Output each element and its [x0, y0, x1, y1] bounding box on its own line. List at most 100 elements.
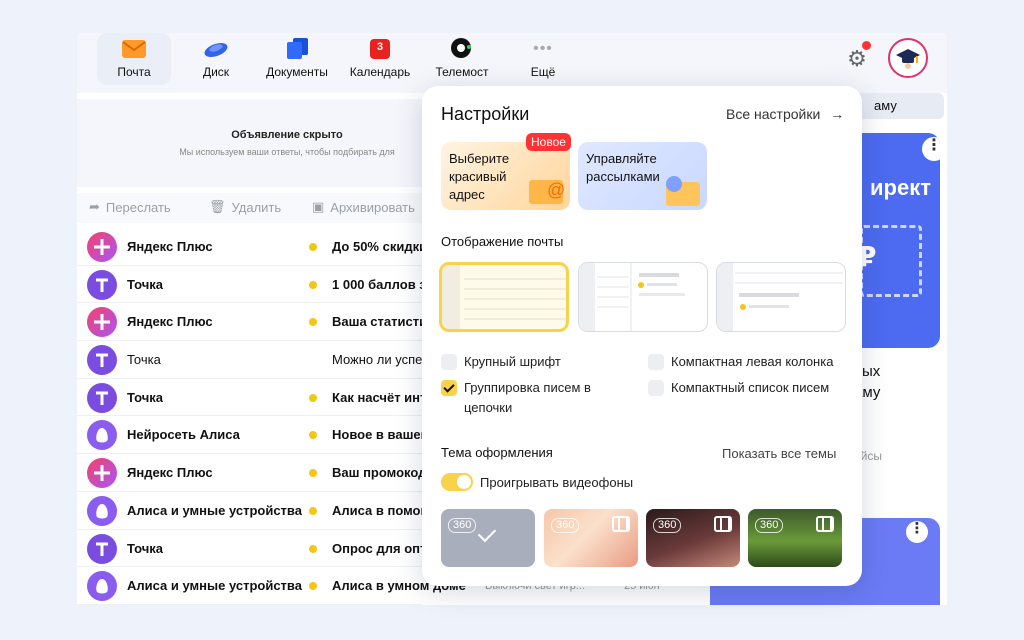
- documents-icon: [284, 37, 310, 61]
- unread-dot[interactable]: [309, 431, 317, 440]
- option-label: Компактная левая колонка: [671, 354, 834, 369]
- promo-custom-address[interactable]: Выберите красивый адрес @: [441, 142, 570, 210]
- settings-title: Настройки: [441, 104, 530, 124]
- calendar-icon: 3: [367, 37, 393, 61]
- mail-subject: 1 000 баллов за: [332, 276, 433, 292]
- sender-avatar: [87, 495, 117, 526]
- tag-360: 360: [755, 518, 784, 533]
- mail-toolbar: ➦ Переслать 🗑 Удалить ▣ Архивировать: [77, 193, 422, 223]
- video-background-toggle[interactable]: [441, 473, 473, 491]
- mail-list: Яндекс Плюс До 50% скидки Точка 1 000 ба…: [77, 228, 466, 605]
- avatar[interactable]: [888, 38, 928, 78]
- mail-row[interactable]: Нейросеть Алиса Новое в вашей: [77, 416, 429, 455]
- mail-row[interactable]: Яндекс Плюс Ваша статисти: [77, 303, 427, 342]
- sender-name: Алиса и умные устройства: [127, 578, 302, 594]
- option-thread-grouping[interactable]: Группировка писем в цепочки: [441, 378, 616, 418]
- nav-label: Документы: [266, 65, 328, 79]
- nav-telemost[interactable]: Телемост: [429, 33, 495, 85]
- layout-split-preview: [579, 263, 685, 331]
- layout-list-preview: [442, 265, 566, 329]
- mail-row[interactable]: Точка Как насчёт инт: [77, 379, 426, 417]
- film-icon: [612, 516, 630, 532]
- theme-option-grey[interactable]: 360: [441, 509, 535, 567]
- unread-dot[interactable]: [309, 469, 317, 478]
- search-pill[interactable]: аму: [854, 93, 944, 119]
- unread-dot[interactable]: [309, 280, 317, 289]
- unread-dot[interactable]: [309, 243, 317, 251]
- theme-option-grass[interactable]: 360: [748, 509, 842, 567]
- sender-name: Алиса и умные устройства: [127, 502, 302, 518]
- option-label: Группировка писем в цепочки: [464, 380, 591, 415]
- nav-calendar[interactable]: 3 Календарь: [347, 33, 413, 85]
- show-all-themes-link[interactable]: Показать все темы: [722, 446, 836, 461]
- mail-row[interactable]: Алиса и умные устройства Алиса в умном д…: [77, 567, 466, 605]
- tag-360: 360: [448, 518, 477, 533]
- notification-dot: [862, 41, 871, 50]
- cloud-icon: [203, 37, 229, 61]
- nav-disk[interactable]: Диск: [185, 33, 247, 85]
- nav-label: Диск: [202, 65, 230, 79]
- nav-mail[interactable]: Почта: [97, 33, 171, 85]
- plus-logo-icon: [94, 314, 110, 331]
- video-background-label: Проигрывать видеофоны: [480, 475, 634, 490]
- layout-bottom-preview: [717, 263, 843, 331]
- sender-name: Яндекс Плюс: [127, 465, 213, 481]
- envelope-icon: [121, 37, 147, 61]
- unread-dot[interactable]: [309, 544, 317, 553]
- theme-section-title: Тема оформления: [441, 445, 553, 460]
- checkbox-thread-grouping[interactable]: [441, 380, 457, 396]
- sender-avatar: [87, 345, 117, 376]
- ad-menu-icon[interactable]: ⋮: [922, 137, 940, 161]
- plus-logo-icon: [94, 465, 110, 482]
- theme-option-dark-silk[interactable]: 360: [646, 509, 740, 567]
- mail-row[interactable]: Точка Можно ли успе: [77, 341, 422, 379]
- layout-option-bottom[interactable]: [716, 262, 846, 332]
- delete-button[interactable]: 🗑 Удалить: [209, 199, 281, 215]
- delete-label: Удалить: [231, 199, 282, 215]
- mail-row[interactable]: Яндекс Плюс Ваш промокод: [77, 454, 426, 492]
- nav-label: Телемост: [435, 65, 489, 79]
- mail-subject: Опрос для опт: [332, 540, 427, 556]
- mail-row[interactable]: Алиса и умные устройства Алиса в помощ: [77, 492, 431, 530]
- all-settings-link[interactable]: Все настройки →: [726, 106, 844, 122]
- promo-manage-subscriptions[interactable]: Управляйте рассылками: [578, 142, 707, 210]
- mail-row[interactable]: Точка Опрос для опт: [77, 530, 426, 568]
- forward-button[interactable]: ➦ Переслать: [89, 199, 171, 215]
- layout-option-split[interactable]: [578, 262, 708, 332]
- nav-documents[interactable]: Документы: [262, 33, 332, 85]
- tochka-logo-icon: [96, 391, 108, 405]
- unread-dot[interactable]: [309, 393, 317, 402]
- mail-row[interactable]: Яндекс Плюс До 50% скидки: [77, 228, 427, 266]
- theme-option-peach[interactable]: 360: [544, 509, 638, 567]
- unread-dot[interactable]: [309, 582, 317, 591]
- unread-dot[interactable]: [309, 318, 317, 327]
- sender-name: Яндекс Плюс: [127, 239, 213, 254]
- sender-avatar: [87, 232, 117, 262]
- nav-label: Почта: [117, 65, 151, 79]
- archive-label: Архивировать: [330, 199, 415, 215]
- mail-subject: Ваша статисти: [332, 314, 428, 330]
- gear-icon[interactable]: ⚙: [845, 47, 869, 71]
- nav-more[interactable]: ••• Ещё: [517, 33, 569, 85]
- checkbox-compact-mail-list[interactable]: [648, 380, 664, 396]
- unread-dot[interactable]: [309, 506, 317, 515]
- option-compact-mail-list[interactable]: Компактный список писем: [648, 378, 829, 398]
- option-compact-left-column[interactable]: Компактная левая колонка: [648, 352, 833, 372]
- sender-avatar: [87, 269, 117, 300]
- ad-dashbox: ₽: [857, 225, 922, 297]
- sender-name: Яндекс Плюс: [127, 314, 213, 330]
- ad-menu-icon-2[interactable]: ⋮: [906, 521, 928, 543]
- mail-row[interactable]: Точка 1 000 баллов за: [77, 266, 433, 304]
- sender-name: Точка: [127, 540, 164, 556]
- sender-name: Точка: [127, 389, 164, 405]
- all-settings-label: Все настройки: [726, 106, 821, 122]
- promo-text: Выберите красивый адрес: [449, 151, 510, 202]
- checkbox-compact-left-column[interactable]: [648, 354, 664, 370]
- layout-option-list[interactable]: [439, 262, 569, 332]
- option-label: Крупный шрифт: [464, 354, 561, 369]
- ad-card-text: ирект: [870, 175, 931, 200]
- option-large-font[interactable]: Крупный шрифт: [441, 352, 561, 372]
- mail-subject: Можно ли успе: [332, 352, 423, 368]
- checkbox-large-font[interactable]: [441, 354, 457, 370]
- archive-button[interactable]: ▣ Архивировать: [312, 199, 415, 215]
